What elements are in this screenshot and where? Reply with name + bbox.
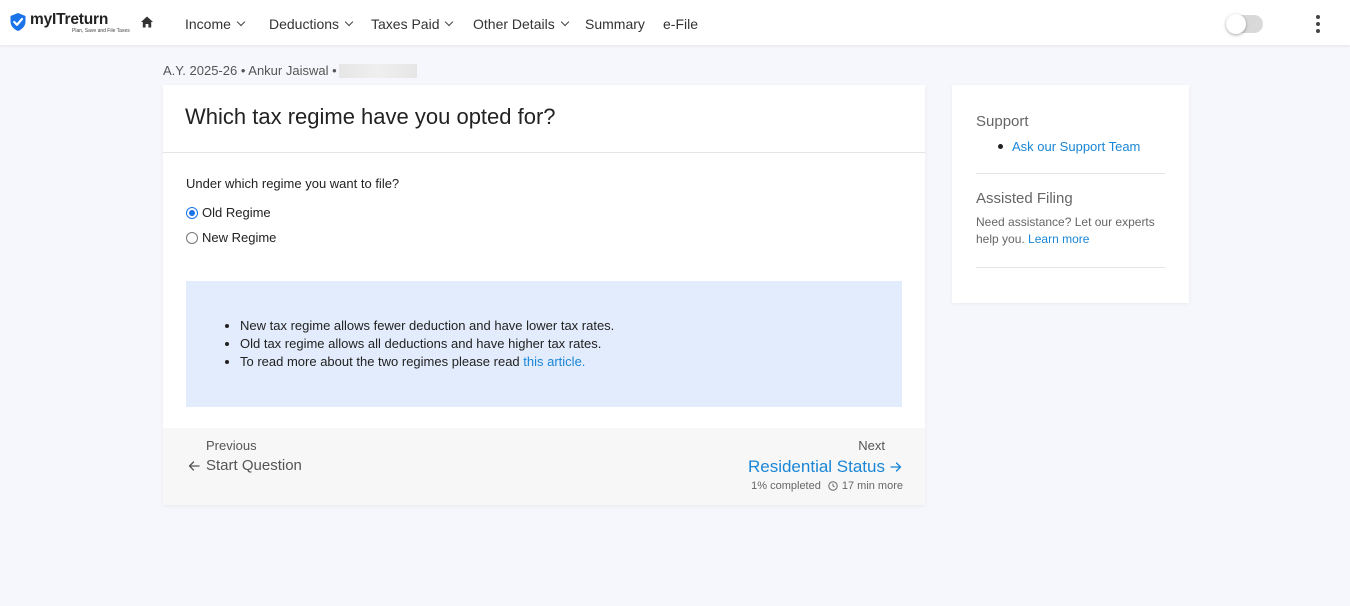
redacted-pan [338,63,417,78]
nav-other-details[interactable]: Other Details [473,16,569,32]
nav-income[interactable]: Income [185,16,246,32]
info-item: New tax regime allows fewer deduction an… [240,317,614,335]
toggle-knob [1226,14,1246,34]
nav-efile-label: e-File [663,16,699,32]
info-list: New tax regime allows fewer deduction an… [240,317,614,371]
chevron-down-icon [560,17,569,27]
breadcrumb-text: A.Y. 2025-26 • Ankur Jaiswal • [163,63,337,78]
radio-old-regime[interactable] [186,206,198,219]
option-old-regime[interactable]: Old Regime [186,205,271,220]
nav-deductions[interactable]: Deductions [269,16,354,32]
chevron-down-icon [445,17,454,27]
support-link[interactable]: Ask our Support Team [1012,139,1140,154]
logo[interactable]: myITreturn Plan, Save and File Taxes [10,12,130,34]
bullet-dot [998,144,1003,149]
article-link[interactable]: this article. [523,354,585,369]
logo-tagline: Plan, Save and File Taxes [72,28,130,34]
previous-button-label: Start Question [206,457,302,474]
info-item-text: To read more about the two regimes pleas… [240,354,524,369]
previous-button[interactable]: Start Question [188,457,302,474]
divider [976,267,1165,268]
nav-efile[interactable]: e-File [663,16,698,32]
nav-summary[interactable]: Summary [585,16,645,32]
breadcrumb: A.Y. 2025-26 • Ankur Jaiswal • [163,63,417,78]
option-new-regime-label: New Regime [202,230,277,245]
option-old-regime-label: Old Regime [202,205,271,220]
question-card: Which tax regime have you opted for? Und… [163,85,925,505]
nav-other-details-label: Other Details [473,16,555,32]
nav-income-label: Income [185,16,231,32]
arrow-right-icon [890,462,902,472]
support-heading: Support [976,113,1029,130]
radio-new-regime[interactable] [186,231,198,244]
card-footer: Previous Start Question Next Residential… [163,428,925,505]
clock-icon [828,481,838,491]
assisted-filing-text: Need assistance? Let our experts help yo… [976,214,1166,248]
more-options-icon[interactable] [1312,15,1324,33]
chevron-down-icon [236,17,246,27]
nav-deductions-label: Deductions [269,16,340,32]
divider [976,173,1165,174]
progress-status: 1% completed 17 min more [751,480,903,492]
option-new-regime[interactable]: New Regime [186,230,276,245]
shield-check-icon [10,13,26,31]
info-item: Old tax regime allows all deductions and… [240,335,614,353]
help-sidebar: Support Ask our Support Team Assisted Fi… [952,85,1189,303]
next-label: Next [858,438,885,453]
chevron-down-icon [344,17,354,27]
info-item: To read more about the two regimes pleas… [240,353,614,371]
time-remaining: 17 min more [841,480,903,492]
nav-taxes-paid[interactable]: Taxes Paid [371,16,454,32]
divider [163,152,925,153]
arrow-left-icon [188,460,200,471]
learn-more-link[interactable]: Learn more [1028,232,1089,246]
top-navbar: myITreturn Plan, Save and File Taxes Inc… [0,0,1350,45]
page-title: Which tax regime have you opted for? [185,104,556,129]
info-box: New tax regime allows fewer deduction an… [186,281,902,407]
next-button[interactable]: Residential Status [748,457,902,477]
home-icon[interactable] [140,15,154,29]
theme-toggle[interactable] [1226,14,1263,34]
logo-text: myITreturn [30,11,109,28]
previous-label: Previous [206,438,257,453]
next-button-label: Residential Status [747,457,885,476]
progress-text: 1% completed [751,480,821,492]
nav-taxes-paid-label: Taxes Paid [371,16,440,32]
question-label: Under which regime you want to file? [186,176,400,191]
nav-summary-label: Summary [585,16,645,32]
assisted-filing-heading: Assisted Filing [976,190,1073,207]
support-list-item: Ask our Support Team [998,139,1140,154]
